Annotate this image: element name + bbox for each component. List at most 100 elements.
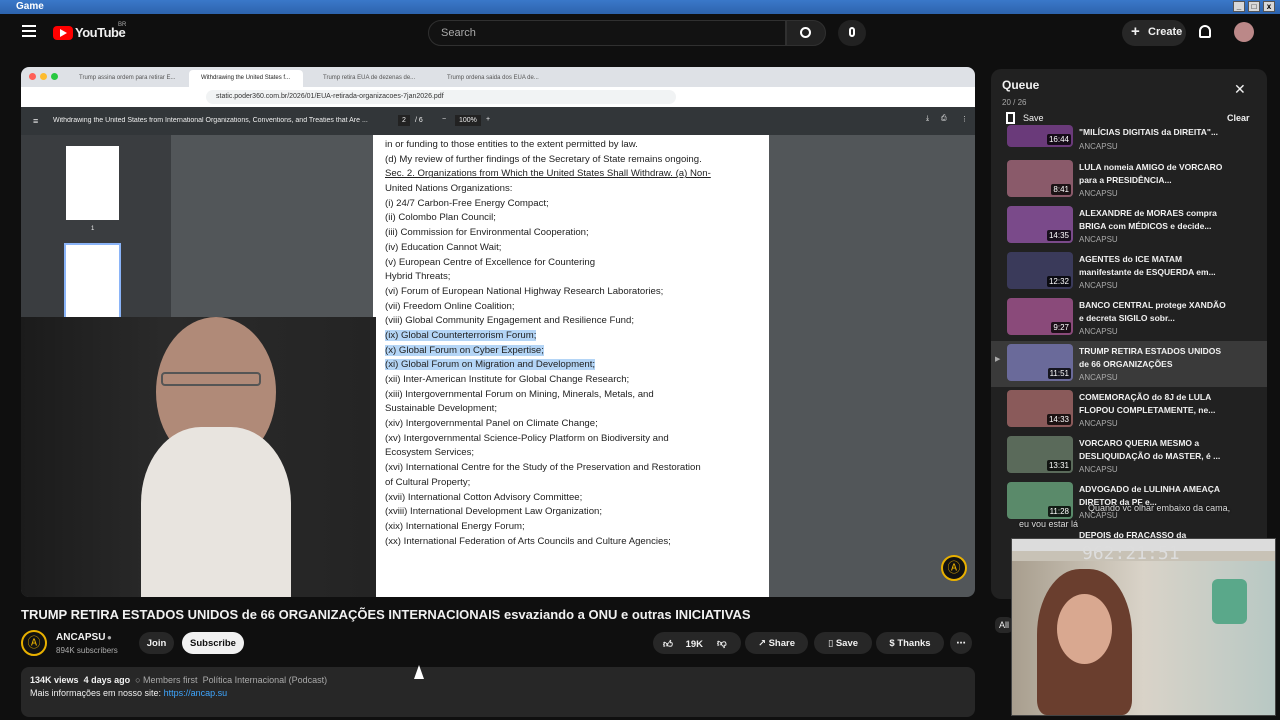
close-queue-icon[interactable]: ✕ [1234,81,1246,98]
queue-item-channel: ANCAPSU [1079,281,1118,290]
zoom-out-icon[interactable]: − [442,116,446,123]
pdf-line: United Nations Organizations: [385,183,513,195]
join-button[interactable]: Join [139,632,174,654]
more-actions-icon[interactable]: ⋯ [950,632,972,654]
queue-item-title: VORCARO QUERIA MESMO a DESLIQUIDAÇÃO do … [1079,438,1221,461]
subscriber-count: 894K subscribers [56,646,118,655]
pdf-line-highlighted: (xi) Global Forum on Migration and Devel… [385,359,596,371]
pdf-line: (xix) International Energy Forum; [385,520,525,532]
description-link[interactable]: https://ancap.su [164,688,228,698]
queue-item[interactable]: 14:33 COMEMORAÇÃO do 8J de LULA FLOPOU CO… [991,387,1267,433]
pdf-line: Hybrid Threats; [385,271,451,283]
pdf-line: (vii) Freedom Online Coalition; [385,300,515,312]
share-label: Share [768,638,795,649]
video-player[interactable]: Trump assina ordem para retirar E... Wit… [21,67,975,597]
save-button[interactable]: ▯ Save [814,632,872,654]
plus-icon: + [1131,23,1140,40]
glasses [161,372,261,386]
browser-tab[interactable]: Trump assina ordem para retirar E... [67,70,185,87]
region-code: BR [118,22,127,28]
channel-name[interactable]: ANCAPSU [56,632,105,643]
close-window-button[interactable]: x [1263,1,1275,12]
subscribe-button[interactable]: Subscribe [182,632,244,654]
youtube-logo-icon[interactable] [53,26,73,40]
pdf-line: (viii) Global Community Engagement and R… [385,315,635,327]
pdf-thumb[interactable] [66,146,119,220]
save-queue-icon[interactable] [1006,112,1015,124]
upload-date: 4 days ago [83,675,131,685]
pdf-line: (iv) Education Cannot Wait; [385,241,502,253]
pdf-line: (iii) Commission for Environmental Coope… [385,227,589,239]
browser-addressbar: static.poder360.com.br/2026/01/EUA-retir… [21,87,975,107]
queue-item-title: AGENTES do ICE MATAM manifestante de ESQ… [1079,254,1216,277]
os-titlebar: Game _ □ x [0,0,1280,14]
notifications-bell-icon[interactable] [1199,25,1211,38]
share-icon: ↗ [757,638,769,649]
browser-tab[interactable]: Trump retira EUA de dezenas de... [311,70,429,87]
pdf-page-input[interactable]: 2 [398,115,410,126]
minimize-button[interactable]: _ [1233,1,1245,12]
queue-clear-button[interactable]: Clear [1227,113,1250,123]
pdf-zoom[interactable]: 100% [455,115,481,126]
zoom-in-icon[interactable]: + [486,116,490,123]
channel-avatar[interactable]: Ⓐ [21,630,47,656]
queue-item-channel: ANCAPSU [1079,465,1118,474]
download-icon[interactable]: ⤓ [926,115,929,123]
pdf-line-highlighted: (ix) Global Counterterrorism Forum; [385,329,537,341]
like-count: 19K [685,639,704,650]
browser-tab-active[interactable]: Withdrawing the United States f... [189,70,303,87]
pdf-thumb-active[interactable] [64,243,121,321]
queue-item-title: COMEMORAÇÃO do 8J de LULA FLOPOU COMPLET… [1079,392,1216,415]
thanks-button[interactable]: $ Thanks [876,632,944,654]
search-input[interactable]: Search [428,20,786,46]
pdf-line: (xviii) International Development Law Or… [385,506,603,518]
browser-tab[interactable]: Trump ordena saida dos EUA de... [435,70,553,87]
pdf-line: (xvi) International Centre for the Study… [385,462,701,474]
overlay-caption: eu vou estar lá [1019,519,1079,529]
queue-count: 20 / 26 [1002,98,1027,107]
browser-tabbar: Trump assina ordem para retirar E... Wit… [21,67,975,87]
presenter-beard [141,427,291,597]
thanks-label: Thanks [897,638,931,649]
save-label: Save [835,638,859,649]
pdf-line: (d) My review of further findings of the… [385,153,702,165]
verified-icon: ● [107,633,112,642]
more-icon[interactable]: ⋮ [961,115,968,123]
duration-badge: 13:31 [1046,460,1071,471]
description-box[interactable]: 134K views 4 days ago ○ Members first Po… [21,667,975,717]
video-title: TRUMP RETIRA ESTADOS UNIDOS de 66 ORGANI… [21,607,751,622]
queue-item-current[interactable]: ▶ 11:51 TRUMP RETIRA ESTADOS UNIDOS de 66 … [991,341,1267,387]
menu-icon[interactable] [22,25,36,37]
avatar[interactable] [1234,22,1254,42]
pdf-line: Sec. 2. Organizations from Which the Uni… [385,168,711,180]
search-icon [800,27,811,38]
pdf-line: Sustainable Development; [385,403,497,415]
thumbs-down-icon[interactable]: 👎︎ [717,637,727,649]
print-icon[interactable]: ⎙ [941,115,947,123]
share-button[interactable]: ↗ Share [745,632,808,654]
queue-save-button[interactable]: Save [1023,113,1044,123]
playlist-name[interactable]: Política Internacional (Podcast) [203,675,328,685]
search-button[interactable] [786,20,826,46]
pdf-menu-icon[interactable]: ≡ [33,116,38,126]
channel-watermark-icon[interactable]: Ⓐ [941,555,967,581]
create-label: Create [1148,26,1183,38]
queue-item[interactable]: 8:41 LULA nomeia AMIGO de VORCARO para a … [991,157,1267,203]
maximize-button[interactable]: □ [1248,1,1260,12]
create-button[interactable]: + Create [1122,20,1186,46]
queue-item[interactable]: 14:35 ALEXANDRE de MORAES compra BRIGA co… [991,203,1267,249]
queue-item-title: "MILÍCIAS DIGITAIS da DIREITA"... [1079,127,1219,137]
voice-search-button[interactable] [838,20,866,46]
queue-item-channel: ANCAPSU [1079,142,1118,151]
queue-item[interactable]: 12:32 AGENTES do ICE MATAM manifestante d… [991,249,1267,295]
queue-item[interactable]: 13:31 VORCARO QUERIA MESMO a DESLIQUIDAÇÃ… [991,433,1267,479]
like-button[interactable]: 👍︎ 19K 👎︎ [653,632,741,654]
bookmark-icon: ▯ [827,638,836,649]
pdf-line: (xx) International Federation of Arts Co… [385,535,671,547]
os-title: Game [16,1,44,12]
pdf-page: in or funding to those entities to the e… [373,135,769,597]
queue-item[interactable]: 9:27 BANCO CENTRAL protege XANDÃO e decre… [991,295,1267,341]
duration-badge: 14:35 [1046,230,1071,241]
url-field[interactable]: static.poder360.com.br/2026/01/EUA-retir… [206,90,676,104]
overlay-caption: Quando vc olhar embaixo da cama, [1088,503,1231,513]
